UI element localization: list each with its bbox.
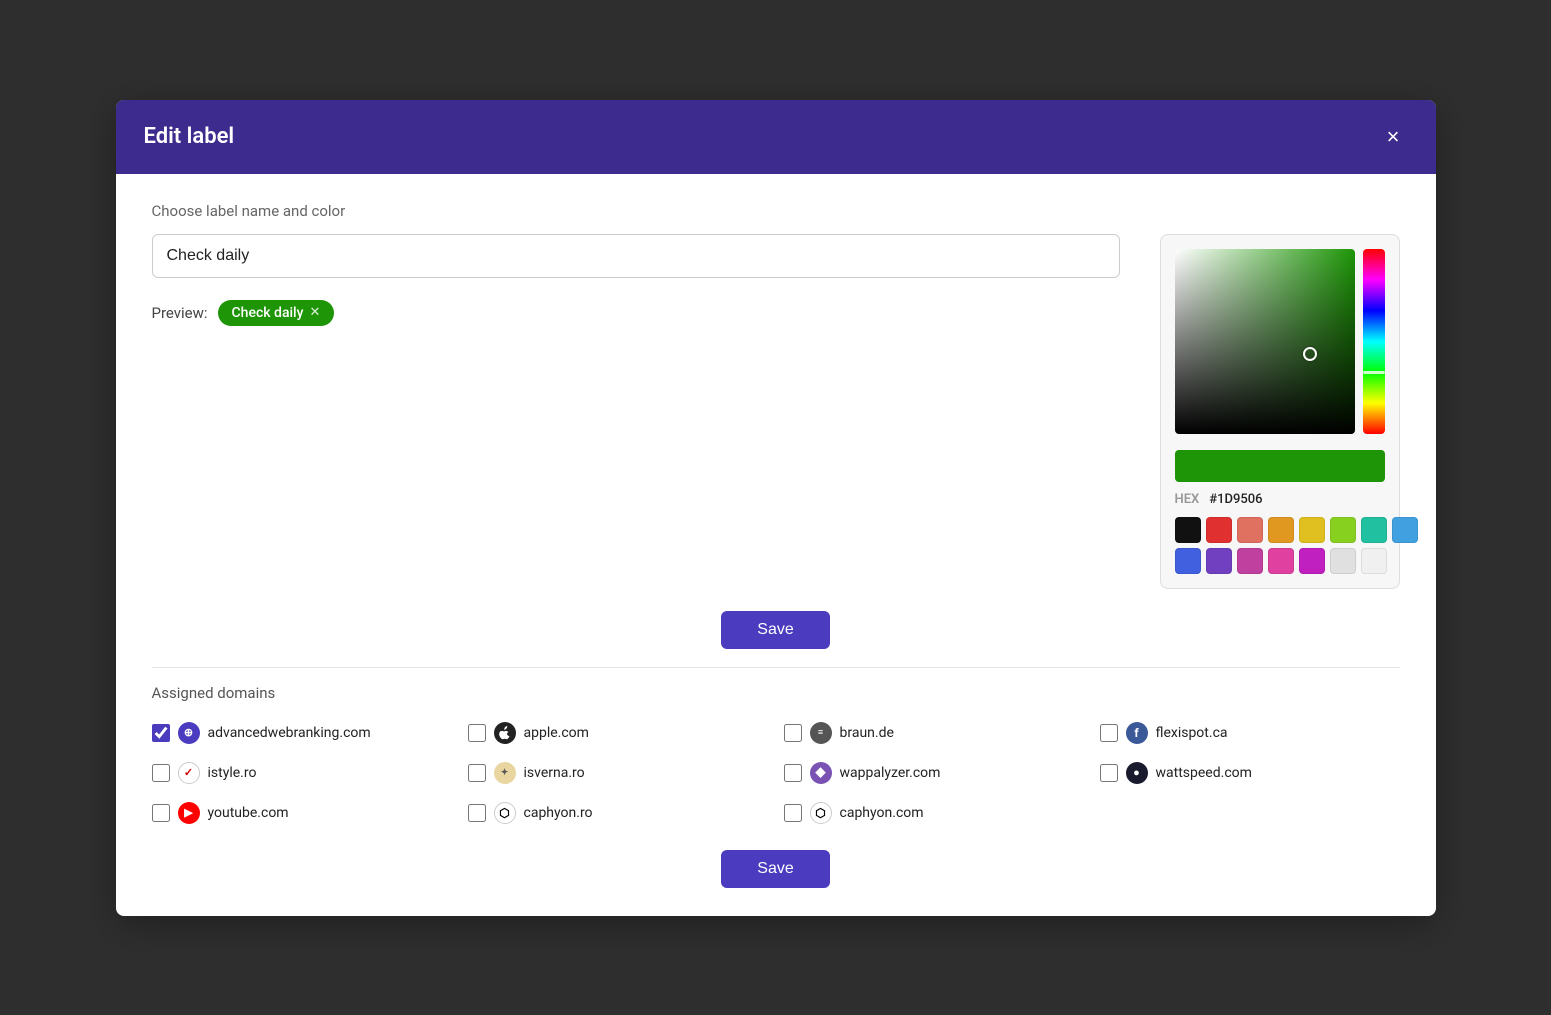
modal-title: Edit label xyxy=(144,124,235,149)
hue-slider[interactable] xyxy=(1363,249,1384,434)
icon-wattspeed: ● xyxy=(1126,762,1148,784)
swatch-magenta[interactable] xyxy=(1299,548,1325,574)
save-button-bottom[interactable]: Save xyxy=(721,850,829,888)
domain-row-istyle: ✓ istyle.ro xyxy=(152,758,452,788)
save-button-top[interactable]: Save xyxy=(721,611,829,649)
swatch-lightblue[interactable] xyxy=(1392,517,1418,543)
domain-row-wattspeed: ● wattspeed.com xyxy=(1100,758,1400,788)
icon-awb: ⊕ xyxy=(178,722,200,744)
icon-youtube: ▶ xyxy=(178,802,200,824)
checkbox-awb[interactable] xyxy=(152,724,170,742)
icon-caphyon1: ⬡ xyxy=(494,802,516,824)
domain-name-braun: braun.de xyxy=(840,725,894,741)
swatches-grid xyxy=(1175,517,1385,574)
edit-label-modal: Edit label × Choose label name and color… xyxy=(116,100,1436,916)
domain-row-caphyon2: ⬡ caphyon.com xyxy=(784,798,1084,828)
save-row-bottom: Save xyxy=(152,850,1400,888)
domain-name-youtube: youtube.com xyxy=(208,805,289,821)
domain-row-apple: apple.com xyxy=(468,718,768,748)
swatch-indigo[interactable] xyxy=(1206,548,1232,574)
checkbox-braun[interactable] xyxy=(784,724,802,742)
checkbox-istyle[interactable] xyxy=(152,764,170,782)
swatch-15[interactable] xyxy=(1361,548,1387,574)
color-gradient-area[interactable] xyxy=(1175,249,1356,434)
domain-name-wappalyzer: wappalyzer.com xyxy=(840,765,941,781)
checkbox-caphyon1[interactable] xyxy=(468,804,486,822)
color-picker-row xyxy=(1175,249,1385,442)
icon-apple xyxy=(494,722,516,744)
icon-flexi: f xyxy=(1126,722,1148,744)
domain-row-wappalyzer: ◆ wappalyzer.com xyxy=(784,758,1084,788)
checkbox-apple[interactable] xyxy=(468,724,486,742)
checkbox-youtube[interactable] xyxy=(152,804,170,822)
gradient-black xyxy=(1175,249,1356,434)
swatch-yellow[interactable] xyxy=(1299,517,1325,543)
divider xyxy=(152,667,1400,668)
modal-body: Choose label name and color Preview: Che… xyxy=(116,174,1436,916)
checkbox-wappalyzer[interactable] xyxy=(784,764,802,782)
left-section: Preview: Check daily ✕ xyxy=(152,234,1120,326)
preview-badge-close[interactable]: ✕ xyxy=(309,305,320,320)
preview-badge: Check daily ✕ xyxy=(218,300,335,326)
icon-wappalyzer: ◆ xyxy=(810,762,832,784)
checkbox-caphyon2[interactable] xyxy=(784,804,802,822)
icon-caphyon2: ⬡ xyxy=(810,802,832,824)
domain-name-caphyon2: caphyon.com xyxy=(840,805,924,821)
domain-row-awb: ⊕ advancedwebranking.com xyxy=(152,718,452,748)
label-name-input[interactable] xyxy=(152,234,1120,278)
domain-row-braun: ≡ braun.de xyxy=(784,718,1084,748)
domain-name-istyle: istyle.ro xyxy=(208,765,257,781)
checkbox-isverna[interactable] xyxy=(468,764,486,782)
domain-row-isverna: ✦ isverna.ro xyxy=(468,758,768,788)
swatch-red[interactable] xyxy=(1206,517,1232,543)
checkbox-flexi[interactable] xyxy=(1100,724,1118,742)
domain-name-wattspeed: wattspeed.com xyxy=(1156,765,1252,781)
subtitle: Choose label name and color xyxy=(152,202,1400,220)
domain-row-youtube: ▶ youtube.com xyxy=(152,798,452,828)
preview-label: Preview: xyxy=(152,304,208,322)
hex-label: HEX xyxy=(1175,492,1200,507)
domain-name-apple: apple.com xyxy=(524,725,589,741)
color-swatch-bar xyxy=(1175,450,1385,482)
hex-row: HEX #1D9506 xyxy=(1175,492,1385,507)
swatch-blue[interactable] xyxy=(1175,548,1201,574)
swatch-orange[interactable] xyxy=(1268,517,1294,543)
top-section: Preview: Check daily ✕ xyxy=(152,234,1400,589)
domain-name-awb: advancedwebranking.com xyxy=(208,725,371,741)
swatch-14[interactable] xyxy=(1330,548,1356,574)
swatch-violet[interactable] xyxy=(1237,548,1263,574)
domain-name-flexi: flexispot.ca xyxy=(1156,725,1228,741)
domain-name-isverna: isverna.ro xyxy=(524,765,585,781)
domain-row-caphyon1: ⬡ caphyon.ro xyxy=(468,798,768,828)
checkbox-wattspeed[interactable] xyxy=(1100,764,1118,782)
swatch-black[interactable] xyxy=(1175,517,1201,543)
domain-row-empty xyxy=(1100,798,1400,828)
swatch-lime[interactable] xyxy=(1330,517,1356,543)
hex-value[interactable]: #1D9506 xyxy=(1209,492,1262,507)
color-picker: HEX #1D9506 xyxy=(1160,234,1400,589)
swatch-teal[interactable] xyxy=(1361,517,1387,543)
modal-header: Edit label × xyxy=(116,100,1436,174)
hue-indicator xyxy=(1363,371,1384,374)
domain-name-caphyon1: caphyon.ro xyxy=(524,805,593,821)
modal-close-button[interactable]: × xyxy=(1379,122,1408,152)
preview-row: Preview: Check daily ✕ xyxy=(152,300,1120,326)
save-row-top: Save xyxy=(152,611,1400,649)
domain-row-flexi: f flexispot.ca xyxy=(1100,718,1400,748)
icon-braun: ≡ xyxy=(810,722,832,744)
modal-overlay: Edit label × Choose label name and color… xyxy=(0,0,1551,1015)
preview-badge-text: Check daily xyxy=(232,305,304,321)
domains-grid: ⊕ advancedwebranking.com apple.com ≡ bra… xyxy=(152,718,1400,828)
icon-istyle: ✓ xyxy=(178,762,200,784)
swatch-pink[interactable] xyxy=(1268,548,1294,574)
swatch-salmon[interactable] xyxy=(1237,517,1263,543)
icon-isverna: ✦ xyxy=(494,762,516,784)
assigned-domains-label: Assigned domains xyxy=(152,684,1400,702)
